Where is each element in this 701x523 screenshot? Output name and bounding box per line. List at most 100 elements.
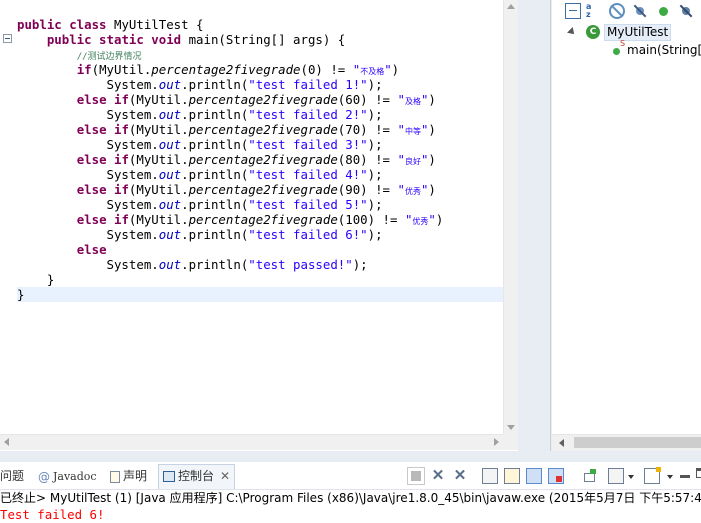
code-line[interactable]: else if(MyUtil.percentage2fivegrade(100)… — [17, 212, 503, 227]
code-token: (MyUtil. — [128, 122, 189, 137]
outline-method-label: main(String[]) — [627, 43, 701, 57]
code-string: "test failed 5!" — [248, 197, 368, 212]
scroll-right-arrow-icon[interactable] — [494, 438, 499, 446]
view-separator[interactable] — [518, 0, 552, 462]
hide-static-icon[interactable] — [632, 3, 648, 19]
code-string: "test failed 2!" — [248, 107, 368, 122]
code-token: (MyUtil. — [128, 182, 189, 197]
code-line[interactable]: if(MyUtil.percentage2fivegrade(0) != "不及… — [17, 62, 503, 77]
code-string: "良好" — [397, 152, 429, 167]
code-token: ); — [367, 107, 383, 122]
code-token: System. — [17, 257, 159, 272]
remove-launch-icon[interactable]: ✕ — [430, 468, 446, 484]
pin-console-icon[interactable] — [582, 468, 598, 484]
code-editor[interactable]: public class MyUtilTest { public static … — [0, 0, 518, 450]
code-token: (100) != — [337, 212, 405, 227]
code-line[interactable]: public class MyUtilTest { — [17, 17, 503, 32]
code-token: } — [17, 272, 55, 287]
scroll-down-arrow-icon[interactable] — [507, 425, 515, 430]
code-line[interactable]: else if(MyUtil.percentage2fivegrade(80) … — [17, 152, 503, 167]
editor-vertical-scrollbar[interactable] — [503, 0, 518, 434]
console-process-info: 已终止> MyUtilTest (1) [Java 应用程序] C:\Progr… — [0, 491, 701, 505]
code-token: percentage2fivegrade — [188, 182, 338, 197]
code-line[interactable]: else if(MyUtil.percentage2fivegrade(90) … — [17, 182, 503, 197]
view-separator-horizontal[interactable] — [0, 451, 701, 462]
code-token: ) — [428, 152, 436, 167]
code-token: .println( — [181, 77, 249, 92]
hide-nonpublic-icon[interactable] — [655, 3, 671, 19]
console-view: 问题 @ Javadoc 声明 控制台 ✕ ✕ ✕ 已终止> MyUtilTest … — [0, 462, 701, 523]
editor-horizontal-scrollbar[interactable] — [0, 434, 503, 450]
display-selected-console-icon[interactable] — [608, 468, 624, 484]
code-keyword: else if — [76, 122, 129, 137]
show-on-stderr-icon[interactable] — [548, 468, 564, 484]
console-output-text[interactable]: Test failed 6! — [0, 507, 701, 523]
scrollbar-corner — [503, 434, 518, 450]
code-line[interactable]: else if(MyUtil.percentage2fivegrade(60) … — [17, 92, 503, 107]
chevron-down-icon[interactable] — [628, 475, 634, 479]
code-token: (80) != — [337, 152, 398, 167]
close-icon[interactable]: ✕ — [220, 469, 230, 483]
code-token: ); — [352, 257, 368, 272]
code-token: .println( — [181, 107, 249, 122]
tab-declaration[interactable]: 声明 — [110, 465, 147, 487]
sort-icon[interactable]: az — [586, 3, 602, 19]
code-token: System. — [17, 137, 159, 152]
console-toolbar: ✕ ✕ — [404, 466, 701, 488]
tab-javadoc[interactable]: @ Javadoc — [38, 465, 97, 487]
code-token: ); — [367, 137, 383, 152]
code-line[interactable]: else if(MyUtil.percentage2fivegrade(70) … — [17, 122, 503, 137]
code-string: "test failed 4!" — [248, 167, 368, 182]
code-line[interactable]: public static void main(String[] args) { — [17, 32, 503, 47]
minimize-icon[interactable] — [680, 475, 690, 478]
code-line[interactable]: System.out.println("test failed 3!"); — [17, 137, 503, 152]
hide-fields-icon[interactable] — [609, 3, 625, 19]
code-line[interactable]: System.out.println("test failed 5!"); — [17, 197, 503, 212]
maximize-icon[interactable] — [696, 468, 701, 478]
tab-console[interactable]: 控制台 ✕ — [158, 464, 236, 489]
code-line[interactable]: System.out.println("test failed 4!"); — [17, 167, 503, 182]
chevron-down-icon[interactable] — [667, 475, 673, 479]
code-line[interactable]: System.out.println("test failed 2!"); — [17, 107, 503, 122]
code-token: ); — [367, 227, 383, 242]
terminate-icon[interactable] — [407, 467, 425, 485]
hide-local-types-icon[interactable] — [678, 3, 694, 19]
code-string: "优秀" — [404, 212, 436, 227]
declaration-icon — [110, 470, 120, 483]
scroll-lock-icon[interactable] — [504, 468, 520, 484]
code-text-area[interactable]: public class MyUtilTest { public static … — [17, 17, 503, 302]
code-token: System. — [17, 197, 159, 212]
collapse-all-icon[interactable] — [565, 3, 581, 19]
code-line[interactable]: System.out.println("test failed 1!"); — [17, 77, 503, 92]
code-line[interactable]: } — [17, 287, 503, 302]
code-token: (70) != — [337, 122, 398, 137]
code-keyword: else if — [76, 212, 129, 227]
clear-console-icon[interactable] — [482, 468, 498, 484]
code-token: .println( — [181, 227, 249, 242]
outline-horizontal-scrollbar[interactable] — [552, 434, 701, 451]
code-line[interactable]: } — [17, 272, 503, 287]
code-line[interactable]: //测试边界情况 — [17, 47, 503, 62]
code-token: System. — [17, 167, 159, 182]
scrollbar-thumb[interactable] — [574, 437, 701, 448]
code-line[interactable]: else — [17, 242, 503, 257]
show-on-stdout-icon[interactable] — [526, 468, 542, 484]
tab-problems-label: 问题 — [0, 469, 25, 483]
scroll-left-arrow-icon[interactable] — [559, 439, 564, 447]
remove-all-terminated-icon[interactable]: ✕ — [452, 468, 468, 484]
open-console-icon[interactable] — [644, 467, 661, 484]
tab-problems[interactable]: 问题 — [0, 465, 24, 487]
code-token: ) — [391, 62, 400, 77]
code-line[interactable]: System.out.println("test failed 6!"); — [17, 227, 503, 242]
code-token: (MyUtil. — [128, 92, 189, 107]
code-token: .println( — [181, 197, 249, 212]
fold-collapse-icon[interactable] — [3, 34, 12, 43]
code-token: System. — [17, 107, 159, 122]
scroll-left-arrow-icon[interactable] — [4, 438, 9, 446]
tree-expand-arrow-icon[interactable] — [567, 27, 577, 37]
scroll-up-arrow-icon[interactable] — [507, 4, 515, 9]
code-line[interactable]: System.out.println("test passed!"); — [17, 257, 503, 272]
